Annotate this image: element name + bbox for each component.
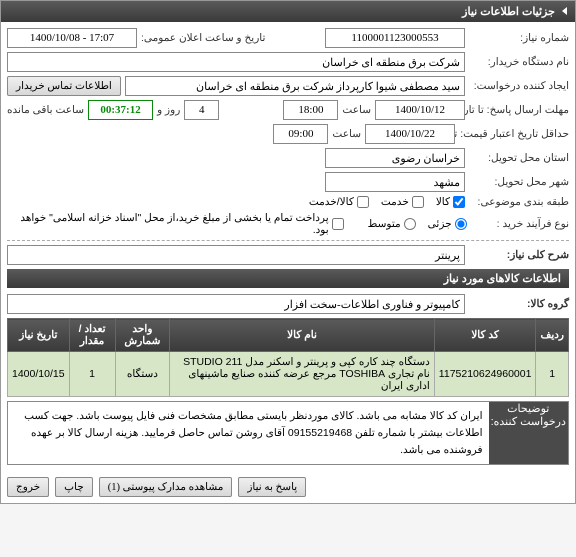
contact-info-button[interactable]: اطلاعات تماس خریدار <box>7 76 121 96</box>
reply-date-field[interactable] <box>375 100 465 120</box>
th-row: ردیف <box>536 319 569 352</box>
buyer-field[interactable] <box>7 52 465 72</box>
time-left-field <box>88 100 153 120</box>
summary-field[interactable] <box>7 245 465 265</box>
requester-label: ایجاد کننده درخواست: <box>469 80 569 92</box>
purchase-type-label: نوع فرآیند خرید : <box>471 218 569 230</box>
goods-check[interactable]: کالا <box>436 196 465 208</box>
requester-notes: ایران کد کالا مشابه می باشد. کالای موردن… <box>8 402 489 464</box>
need-no-label: شماره نیاز: <box>469 32 569 44</box>
announce-label: تاریخ و ساعت اعلان عمومی: <box>141 32 265 44</box>
city-label: شهر محل تحویل: <box>469 176 569 188</box>
cell-unit: دستگاه <box>115 352 170 397</box>
th-qty: تعداد / مقدار <box>69 319 115 352</box>
need-no-field[interactable] <box>325 28 465 48</box>
days-left-field <box>184 100 219 120</box>
category-label: طبقه بندی موضوعی: <box>469 196 569 208</box>
th-date: تاریخ نیاز <box>8 319 70 352</box>
requester-field[interactable] <box>125 76 465 96</box>
partial-note-check[interactable]: پرداخت تمام یا بخشی از مبلغ خرید،از محل … <box>7 212 344 236</box>
hour-label-2: ساعت <box>332 128 361 140</box>
cell-row: 1 <box>536 352 569 397</box>
reply-hour-field[interactable] <box>283 100 338 120</box>
service-check[interactable]: خدمت <box>381 196 424 208</box>
medium-radio[interactable]: متوسط <box>368 218 416 230</box>
collapse-icon <box>562 7 567 15</box>
reply-button[interactable]: پاسخ به نیاز <box>238 477 306 497</box>
city-field[interactable] <box>325 172 465 192</box>
requester-notes-label: توضیحات درخواست کننده: <box>489 402 569 465</box>
attachments-button[interactable]: مشاهده مدارک پیوستی (1) <box>99 477 233 497</box>
panel-header: جزئیات اطلاعات نیاز <box>1 1 575 22</box>
bottom-bar: پاسخ به نیاز مشاهده مدارک پیوستی (1) چاپ… <box>1 471 575 503</box>
th-unit: واحد شمارش <box>115 319 170 352</box>
goods-service-check[interactable]: کالا/خدمت <box>309 196 369 208</box>
summary-label: شرح کلی نیاز: <box>469 249 569 261</box>
goods-group-field[interactable] <box>7 294 465 314</box>
print-button[interactable]: چاپ <box>55 477 93 497</box>
partial-radio[interactable]: جزئی <box>428 218 467 230</box>
reply-until-label: مهلت ارسال پاسخ: تا تاریخ: <box>469 104 569 116</box>
days-and-label: روز و <box>157 104 180 116</box>
table-row[interactable]: 1 1175210624960001 دستگاه چند کاره کپی و… <box>8 352 569 397</box>
buyer-label: نام دستگاه خریدار: <box>469 56 569 68</box>
th-name: نام کالا <box>170 319 435 352</box>
goods-group-label: گروه کالا: <box>469 298 569 310</box>
cell-name: دستگاه چند کاره کپی و پرینتر و اسکنر مدل… <box>170 352 435 397</box>
th-code: کد کالا <box>434 319 536 352</box>
items-table: ردیف کد کالا نام کالا واحد شمارش تعداد /… <box>7 318 569 397</box>
validity-hour-field[interactable] <box>273 124 328 144</box>
hour-label-1: ساعت <box>342 104 371 116</box>
remain-label: ساعت باقی مانده <box>7 104 84 116</box>
exit-button[interactable]: خروج <box>7 477 49 497</box>
cell-code: 1175210624960001 <box>434 352 536 397</box>
category-radios: کالا خدمت کالا/خدمت <box>309 196 465 208</box>
announce-date-field[interactable] <box>7 28 137 48</box>
validity-date-field[interactable] <box>365 124 455 144</box>
panel-title: جزئیات اطلاعات نیاز <box>462 6 555 18</box>
validity-label: حداقل تاریخ اعتبار قیمت: تا تاریخ: <box>459 128 569 140</box>
items-header: اطلاعات کالاهای مورد نیاز <box>7 269 569 288</box>
cell-qty: 1 <box>69 352 115 397</box>
province-label: استان محل تحویل: <box>469 152 569 164</box>
cell-date: 1400/10/15 <box>8 352 70 397</box>
province-field[interactable] <box>325 148 465 168</box>
purchase-type-radios: جزئی متوسط <box>368 218 467 230</box>
